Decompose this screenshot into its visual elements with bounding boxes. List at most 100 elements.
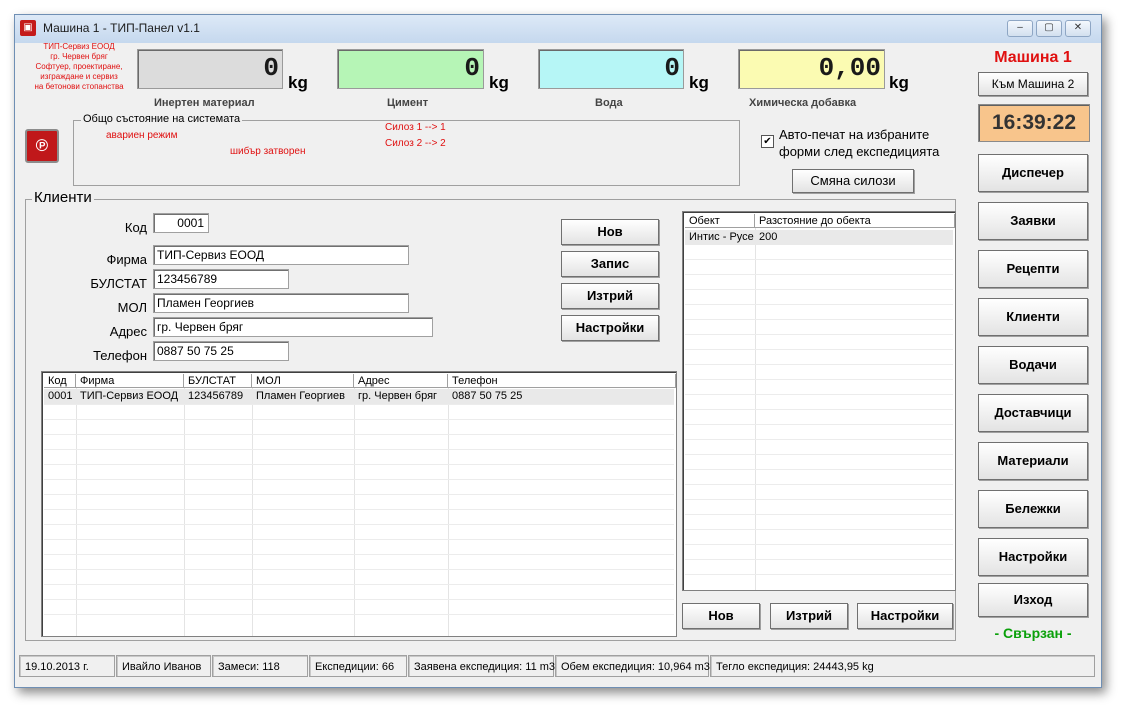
swap-silos-button[interactable]: Смяна силози — [792, 169, 914, 193]
delete-client-button[interactable]: Изтрий — [561, 283, 659, 309]
system-state-title: Общо състояние на системата — [81, 113, 243, 125]
grid-line — [685, 394, 953, 395]
grid-line — [44, 464, 674, 465]
label-telefon: Телефон — [93, 348, 147, 363]
gauge-additive-label: Химическа добавка — [749, 97, 857, 109]
column-header-kod[interactable]: Код — [44, 374, 76, 388]
emergency-mode-text: авариен режим — [106, 130, 178, 141]
app-window: ▣ Машина 1 - ТИП-Панел v1.1 ‒ ▢ ✕ ТИП-Се… — [14, 14, 1102, 688]
autoprint-label: Авто-печат на избраните форми след експе… — [779, 126, 939, 160]
clients-table[interactable]: Код Фирма БУЛСТАТ МОЛ Адрес Телефон 0001… — [41, 371, 677, 637]
gauge-cement-label: Цимент — [387, 97, 429, 109]
gauge-additive-value: 0,00 — [818, 53, 881, 83]
column-header-firma[interactable]: Фирма — [76, 374, 184, 388]
company-line: изграждане и сервиз — [40, 72, 118, 81]
grid-line — [44, 434, 674, 435]
gauge-water-label: Вода — [595, 97, 623, 109]
sidebar-item-recipes[interactable]: Рецепти — [978, 250, 1088, 288]
grid-line — [685, 424, 953, 425]
switch-machine-button[interactable]: Към Машина 2 — [978, 72, 1088, 96]
grid-line — [44, 509, 674, 510]
cell-kod: 0001 — [48, 390, 73, 402]
exit-button[interactable]: Изход — [978, 583, 1088, 617]
machine-name: Машина 1 — [994, 49, 1072, 66]
grid-line — [685, 574, 953, 575]
column-header-telefon[interactable]: Телефон — [448, 374, 676, 388]
mol-field[interactable]: Пламен Георгиев — [153, 293, 409, 313]
gauge-cement-unit: kg — [489, 73, 509, 92]
objects-table[interactable]: Обект Разстояние до обекта Интис - Русе … — [682, 211, 956, 591]
app-icon[interactable]: ▣ — [20, 20, 36, 36]
sidebar-item-materials[interactable]: Материали — [978, 442, 1088, 480]
emergency-pin-icon[interactable]: ℗ — [25, 129, 59, 163]
cell-telefon: 0887 50 75 25 — [452, 390, 523, 402]
label-kod: Код — [124, 220, 147, 235]
company-line: Софтуер, проектиране, — [35, 62, 123, 71]
sidebar-item-settings[interactable]: Настройки — [978, 538, 1088, 576]
clients-title: Клиенти — [32, 189, 94, 206]
grid-line — [685, 304, 953, 305]
grid-line — [685, 409, 953, 410]
gauge-aggregate-unit: kg — [288, 73, 308, 92]
sidebar-item-dispatcher[interactable]: Диспечер — [978, 154, 1088, 192]
minimize-button[interactable]: ‒ — [1007, 20, 1033, 37]
kod-field[interactable]: 0001 — [153, 213, 209, 233]
sidebar-item-notes[interactable]: Бележки — [978, 490, 1088, 528]
label-firma: Фирма — [106, 252, 147, 267]
title-bar[interactable]: ▣ Машина 1 - ТИП-Панел v1.1 ‒ ▢ ✕ — [15, 15, 1101, 43]
label-adres: Адрес — [109, 324, 147, 339]
grid-line — [44, 539, 674, 540]
telefon-field[interactable]: 0887 50 75 25 — [153, 341, 289, 361]
column-header-adres[interactable]: Адрес — [354, 374, 448, 388]
gauge-additive-unit: kg — [889, 73, 909, 92]
table-row[interactable]: Интис - Русе 200 — [685, 230, 953, 245]
grid-line — [44, 449, 674, 450]
sidebar-item-suppliers[interactable]: Доставчици — [978, 394, 1088, 432]
bulstat-field[interactable]: 123456789 — [153, 269, 289, 289]
status-date: 19.10.2013 г. — [19, 655, 115, 677]
firma-field[interactable]: ТИП-Сервиз ЕООД — [153, 245, 409, 265]
grid-line — [685, 289, 953, 290]
company-line: ТИП-Сервиз ЕООД — [43, 42, 115, 51]
maximize-button[interactable]: ▢ — [1036, 20, 1062, 37]
grid-line — [44, 554, 674, 555]
delete-object-button[interactable]: Изтрий — [770, 603, 848, 629]
status-batches: Замеси: 118 — [212, 655, 308, 677]
new-object-button[interactable]: Нов — [682, 603, 760, 629]
client-settings-button[interactable]: Настройки — [561, 315, 659, 341]
autoprint-label-line1: Авто-печат на избраните — [779, 127, 930, 142]
column-header-mol[interactable]: МОЛ — [252, 374, 354, 388]
silo2-text: Силоз 2 --> 2 — [385, 138, 446, 149]
grid-line — [685, 469, 953, 470]
sidebar-item-requests[interactable]: Заявки — [978, 202, 1088, 240]
grid-line — [44, 479, 674, 480]
grid-line — [44, 584, 674, 585]
column-header-distance[interactable]: Разстояние до обекта — [755, 214, 955, 228]
grid-line — [685, 484, 953, 485]
table-row[interactable]: 0001 ТИП-Сервиз ЕООД 123456789 Пламен Ге… — [44, 389, 674, 404]
company-info: ТИП-Сервиз ЕООД гр. Червен бряг Софтуер,… — [21, 42, 137, 92]
gauge-water-unit: kg — [689, 73, 709, 92]
cell-adres: гр. Червен бряг — [358, 390, 438, 402]
close-button[interactable]: ✕ — [1065, 20, 1091, 37]
status-weight: Тегло експедиция: 24443,95 kg — [710, 655, 1095, 677]
grid-line — [44, 599, 674, 600]
connection-status: - Свързан - — [994, 625, 1072, 641]
sidebar-item-clients[interactable]: Клиенти — [978, 298, 1088, 336]
column-header-object[interactable]: Обект — [685, 214, 755, 228]
grid-line — [685, 544, 953, 545]
adres-field[interactable]: гр. Червен бряг — [153, 317, 433, 337]
grid-line — [44, 569, 674, 570]
gauge-aggregate-label: Инертен материал — [154, 97, 255, 109]
gauge-water-value: 0 — [664, 53, 680, 83]
save-client-button[interactable]: Запис — [561, 251, 659, 277]
object-settings-button[interactable]: Настройки — [857, 603, 953, 629]
sidebar-item-drivers[interactable]: Водачи — [978, 346, 1088, 384]
autoprint-checkbox[interactable]: ✔ — [761, 135, 774, 148]
autoprint-label-line2: форми след експедицията — [779, 144, 940, 159]
grid-line — [685, 439, 953, 440]
new-client-button[interactable]: Нов — [561, 219, 659, 245]
cell-bulstat: 123456789 — [188, 390, 244, 402]
grid-line — [44, 614, 674, 615]
column-header-bulstat[interactable]: БУЛСТАТ — [184, 374, 252, 388]
